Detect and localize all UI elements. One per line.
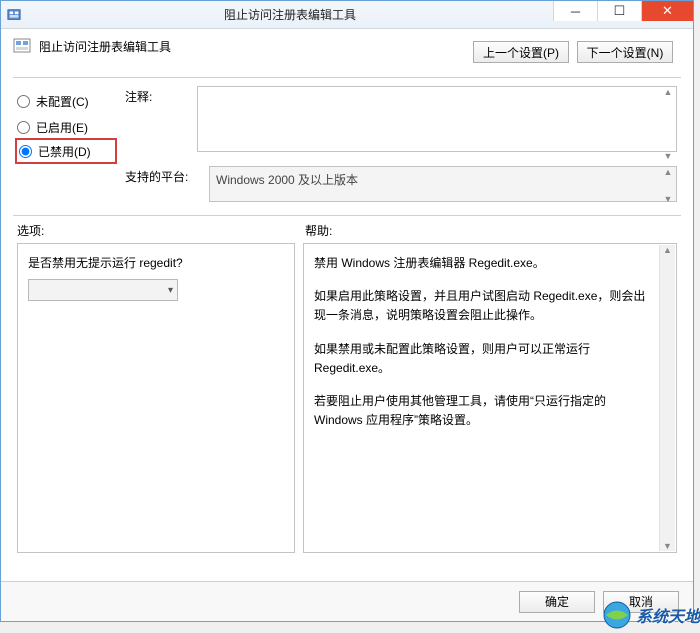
options-panel: 是否禁用无提示运行 regedit? ▾ [17,243,295,553]
chevron-down-icon: ▾ [168,285,173,296]
help-paragraph: 如果禁用或未配置此策略设置，则用户可以正常运行 Regedit.exe。 [314,340,654,378]
option-dropdown[interactable]: ▾ [28,279,178,301]
scrollbar[interactable]: ▲ ▼ [659,245,675,551]
radio-enabled-input[interactable] [17,121,30,134]
policy-icon [13,37,31,55]
panels: 是否禁用无提示运行 regedit? ▾ 禁用 Windows 注册表编辑器 R… [13,243,681,553]
supported-on-text [209,166,677,202]
radio-disabled-label: 已禁用(D) [38,143,91,160]
radio-enabled-label: 已启用(E) [36,119,88,136]
radio-not-configured-input[interactable] [17,95,30,108]
radio-group: 未配置(C) 已启用(E) 已禁用(D) [17,86,113,162]
scroll-up-icon: ▲ [660,245,675,255]
title-bar: 阻止访问注册表编辑工具 ─ ☐ ✕ [1,1,693,29]
platform-row: 支持的平台: ▲ ▼ [13,162,681,205]
help-paragraph: 若要阻止用户使用其他管理工具，请使用“只运行指定的 Windows 应用程序”策… [314,392,654,430]
comment-field-wrap: ▲ ▼ [197,86,677,162]
close-button[interactable]: ✕ [641,1,693,21]
policy-name: 阻止访问注册表编辑工具 [39,38,171,55]
section-labels: 选项: 帮助: [13,216,681,243]
comment-label: 注释: [125,86,185,162]
comment-textarea[interactable] [197,86,677,152]
ok-button[interactable]: 确定 [519,591,595,613]
help-panel: 禁用 Windows 注册表编辑器 Regedit.exe。 如果启用此策略设置… [303,243,677,553]
nav-buttons: 上一个设置(P) 下一个设置(N) [473,41,673,63]
divider [13,77,681,78]
cancel-button[interactable]: 取消 [603,591,679,613]
scroll-down-icon: ▼ [660,541,675,551]
dialog-window: 阻止访问注册表编辑工具 ─ ☐ ✕ 阻止访问注册表编辑工具 上一个设置(P) 下… [0,0,694,622]
help-paragraph: 如果启用此策略设置，并且用户试图启动 Regedit.exe，则会出现一条消息，… [314,287,654,325]
scroll-down-icon: ▼ [660,151,676,161]
next-setting-button[interactable]: 下一个设置(N) [577,41,673,63]
options-label: 选项: [17,222,305,239]
option-question: 是否禁用无提示运行 regedit? [28,254,284,271]
radio-not-configured-label: 未配置(C) [36,93,89,110]
radio-not-configured[interactable]: 未配置(C) [17,88,113,114]
help-text: 禁用 Windows 注册表编辑器 Regedit.exe。 如果启用此策略设置… [314,254,654,430]
prev-setting-button[interactable]: 上一个设置(P) [473,41,569,63]
maximize-button[interactable]: ☐ [597,1,641,21]
dialog-footer: 确定 取消 [1,581,693,621]
supported-on-wrap: ▲ ▼ [209,166,677,205]
help-label: 帮助: [305,222,332,239]
radio-disabled[interactable]: 已禁用(D) [15,138,117,164]
help-paragraph: 禁用 Windows 注册表编辑器 Regedit.exe。 [314,254,654,273]
app-icon [7,8,21,22]
supported-on-label: 支持的平台: [125,166,197,205]
content-area: 阻止访问注册表编辑工具 上一个设置(P) 下一个设置(N) 未配置(C) 已启用… [1,29,693,553]
minimize-button[interactable]: ─ [553,1,597,21]
radio-disabled-input[interactable] [19,145,32,158]
window-title: 阻止访问注册表编辑工具 [27,6,553,23]
window-controls: ─ ☐ ✕ [553,1,693,28]
radio-enabled[interactable]: 已启用(E) [17,114,113,140]
top-row: 未配置(C) 已启用(E) 已禁用(D) 注释: ▲ ▼ [13,86,681,162]
